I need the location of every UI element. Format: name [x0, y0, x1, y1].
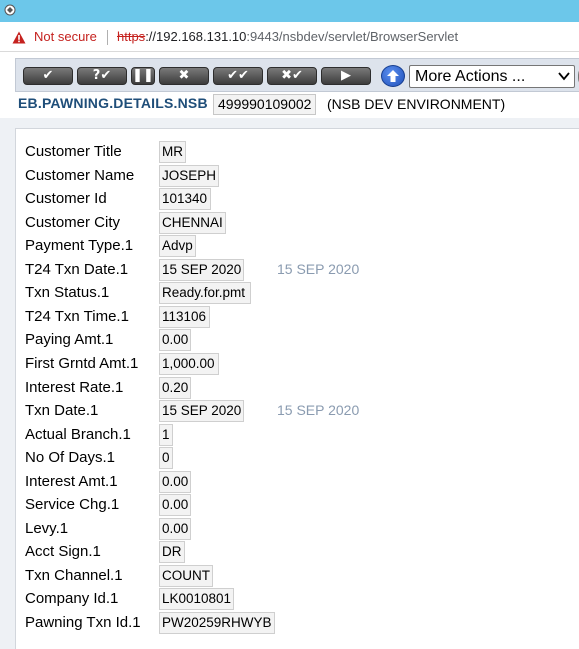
field-label: Actual Branch.1: [25, 426, 131, 443]
field-value[interactable]: 0.00: [159, 518, 192, 540]
validate-button[interactable]: ?✔: [77, 67, 127, 85]
field-label: Company Id.1: [25, 590, 119, 607]
address-divider: [107, 30, 108, 45]
field-label: Payment Type.1: [25, 237, 134, 254]
field-label: No Of Days.1: [25, 449, 116, 466]
app-icon: [4, 4, 16, 16]
field-value[interactable]: 15 SEP 2020: [159, 259, 245, 281]
chevron-down-icon: [558, 72, 570, 81]
field-label: Levy.1: [25, 520, 69, 537]
warning-icon[interactable]: [12, 31, 26, 44]
page: Not secure https://192.168.131.10:9443/n…: [0, 0, 579, 649]
field-value[interactable]: 0.00: [159, 494, 192, 516]
field-value[interactable]: MR: [159, 141, 186, 163]
window-titlebar: [0, 0, 579, 22]
field-label: Interest Amt.1: [25, 473, 118, 490]
field-value[interactable]: 0.00: [159, 329, 192, 351]
url-host: ://192.168.131.10: [145, 29, 247, 44]
field-value[interactable]: Ready.for.pmt: [159, 282, 251, 304]
field-label: Acct Sign.1: [25, 543, 101, 560]
delete-button[interactable]: ✖: [159, 67, 209, 85]
field-value[interactable]: 0: [159, 447, 173, 469]
field-label: Service Chg.1: [25, 496, 120, 513]
field-value[interactable]: 1: [159, 424, 173, 446]
field-value[interactable]: 0.00: [159, 471, 192, 493]
authorise-button[interactable]: ✔✔: [213, 67, 263, 85]
field-enrichment: 15 SEP 2020: [277, 261, 360, 277]
field-value[interactable]: LK0010801: [159, 588, 235, 610]
not-secure-label[interactable]: Not secure: [34, 29, 97, 45]
field-label: T24 Txn Time.1: [25, 308, 129, 325]
commit-button[interactable]: ✔: [23, 67, 73, 85]
hold-button[interactable]: ❚❚: [131, 67, 155, 85]
field-label: Txn Date.1: [25, 402, 99, 419]
field-label: Customer Id: [25, 190, 107, 207]
field-value[interactable]: DR: [159, 541, 185, 563]
field-value[interactable]: 113106: [159, 306, 210, 328]
more-actions-select[interactable]: More Actions ...: [409, 65, 575, 88]
field-label: Pawning Txn Id.1: [25, 614, 141, 631]
transaction-toolbar: ✔ ?✔ ❚❚ ✖ ✔✔ ✖✔ ▶ More Actions ...: [15, 58, 579, 92]
field-label: First Grntd Amt.1: [25, 355, 139, 372]
next-button[interactable]: ▶: [321, 67, 371, 85]
field-label: Customer Name: [25, 167, 135, 184]
field-value[interactable]: CHENNAI: [159, 212, 226, 234]
field-value[interactable]: 1,000.00: [159, 353, 219, 375]
url-scheme: https: [117, 29, 146, 44]
address-bar[interactable]: Not secure https://192.168.131.10:9443/n…: [0, 22, 579, 52]
reverse-button[interactable]: ✖✔: [267, 67, 317, 85]
field-label: Txn Channel.1: [25, 567, 123, 584]
field-label: Customer Title: [25, 143, 122, 160]
upload-button[interactable]: [381, 65, 405, 87]
field-label: Customer City: [25, 214, 121, 231]
url-text[interactable]: https://192.168.131.10:9443/nsbdev/servl…: [117, 29, 458, 45]
field-label: Paying Amt.1: [25, 331, 114, 348]
arrow-up-icon: [387, 70, 399, 82]
more-actions-value: More Actions ...: [415, 68, 526, 85]
field-value[interactable]: 15 SEP 2020: [159, 400, 245, 422]
field-label: Txn Status.1: [25, 284, 110, 301]
url-path: :9443/nsbdev/servlet/BrowserServlet: [246, 29, 459, 44]
environment-label: (NSB DEV ENVIRONMENT): [327, 96, 506, 112]
field-label: T24 Txn Date.1: [25, 261, 129, 278]
field-enrichment: 15 SEP 2020: [277, 402, 360, 418]
field-value[interactable]: 101340: [159, 188, 211, 210]
field-value[interactable]: COUNT: [159, 565, 213, 587]
field-label: Interest Rate.1: [25, 379, 124, 396]
field-value[interactable]: 0.20: [159, 377, 192, 399]
field-value[interactable]: JOSEPH: [159, 165, 220, 187]
application-title: EB.PAWNING.DETAILS.NSB: [18, 95, 208, 111]
record-id-field[interactable]: 499990109002: [213, 94, 317, 115]
field-value[interactable]: PW20259RHWYB: [159, 612, 275, 634]
field-value[interactable]: Advp: [159, 235, 196, 257]
